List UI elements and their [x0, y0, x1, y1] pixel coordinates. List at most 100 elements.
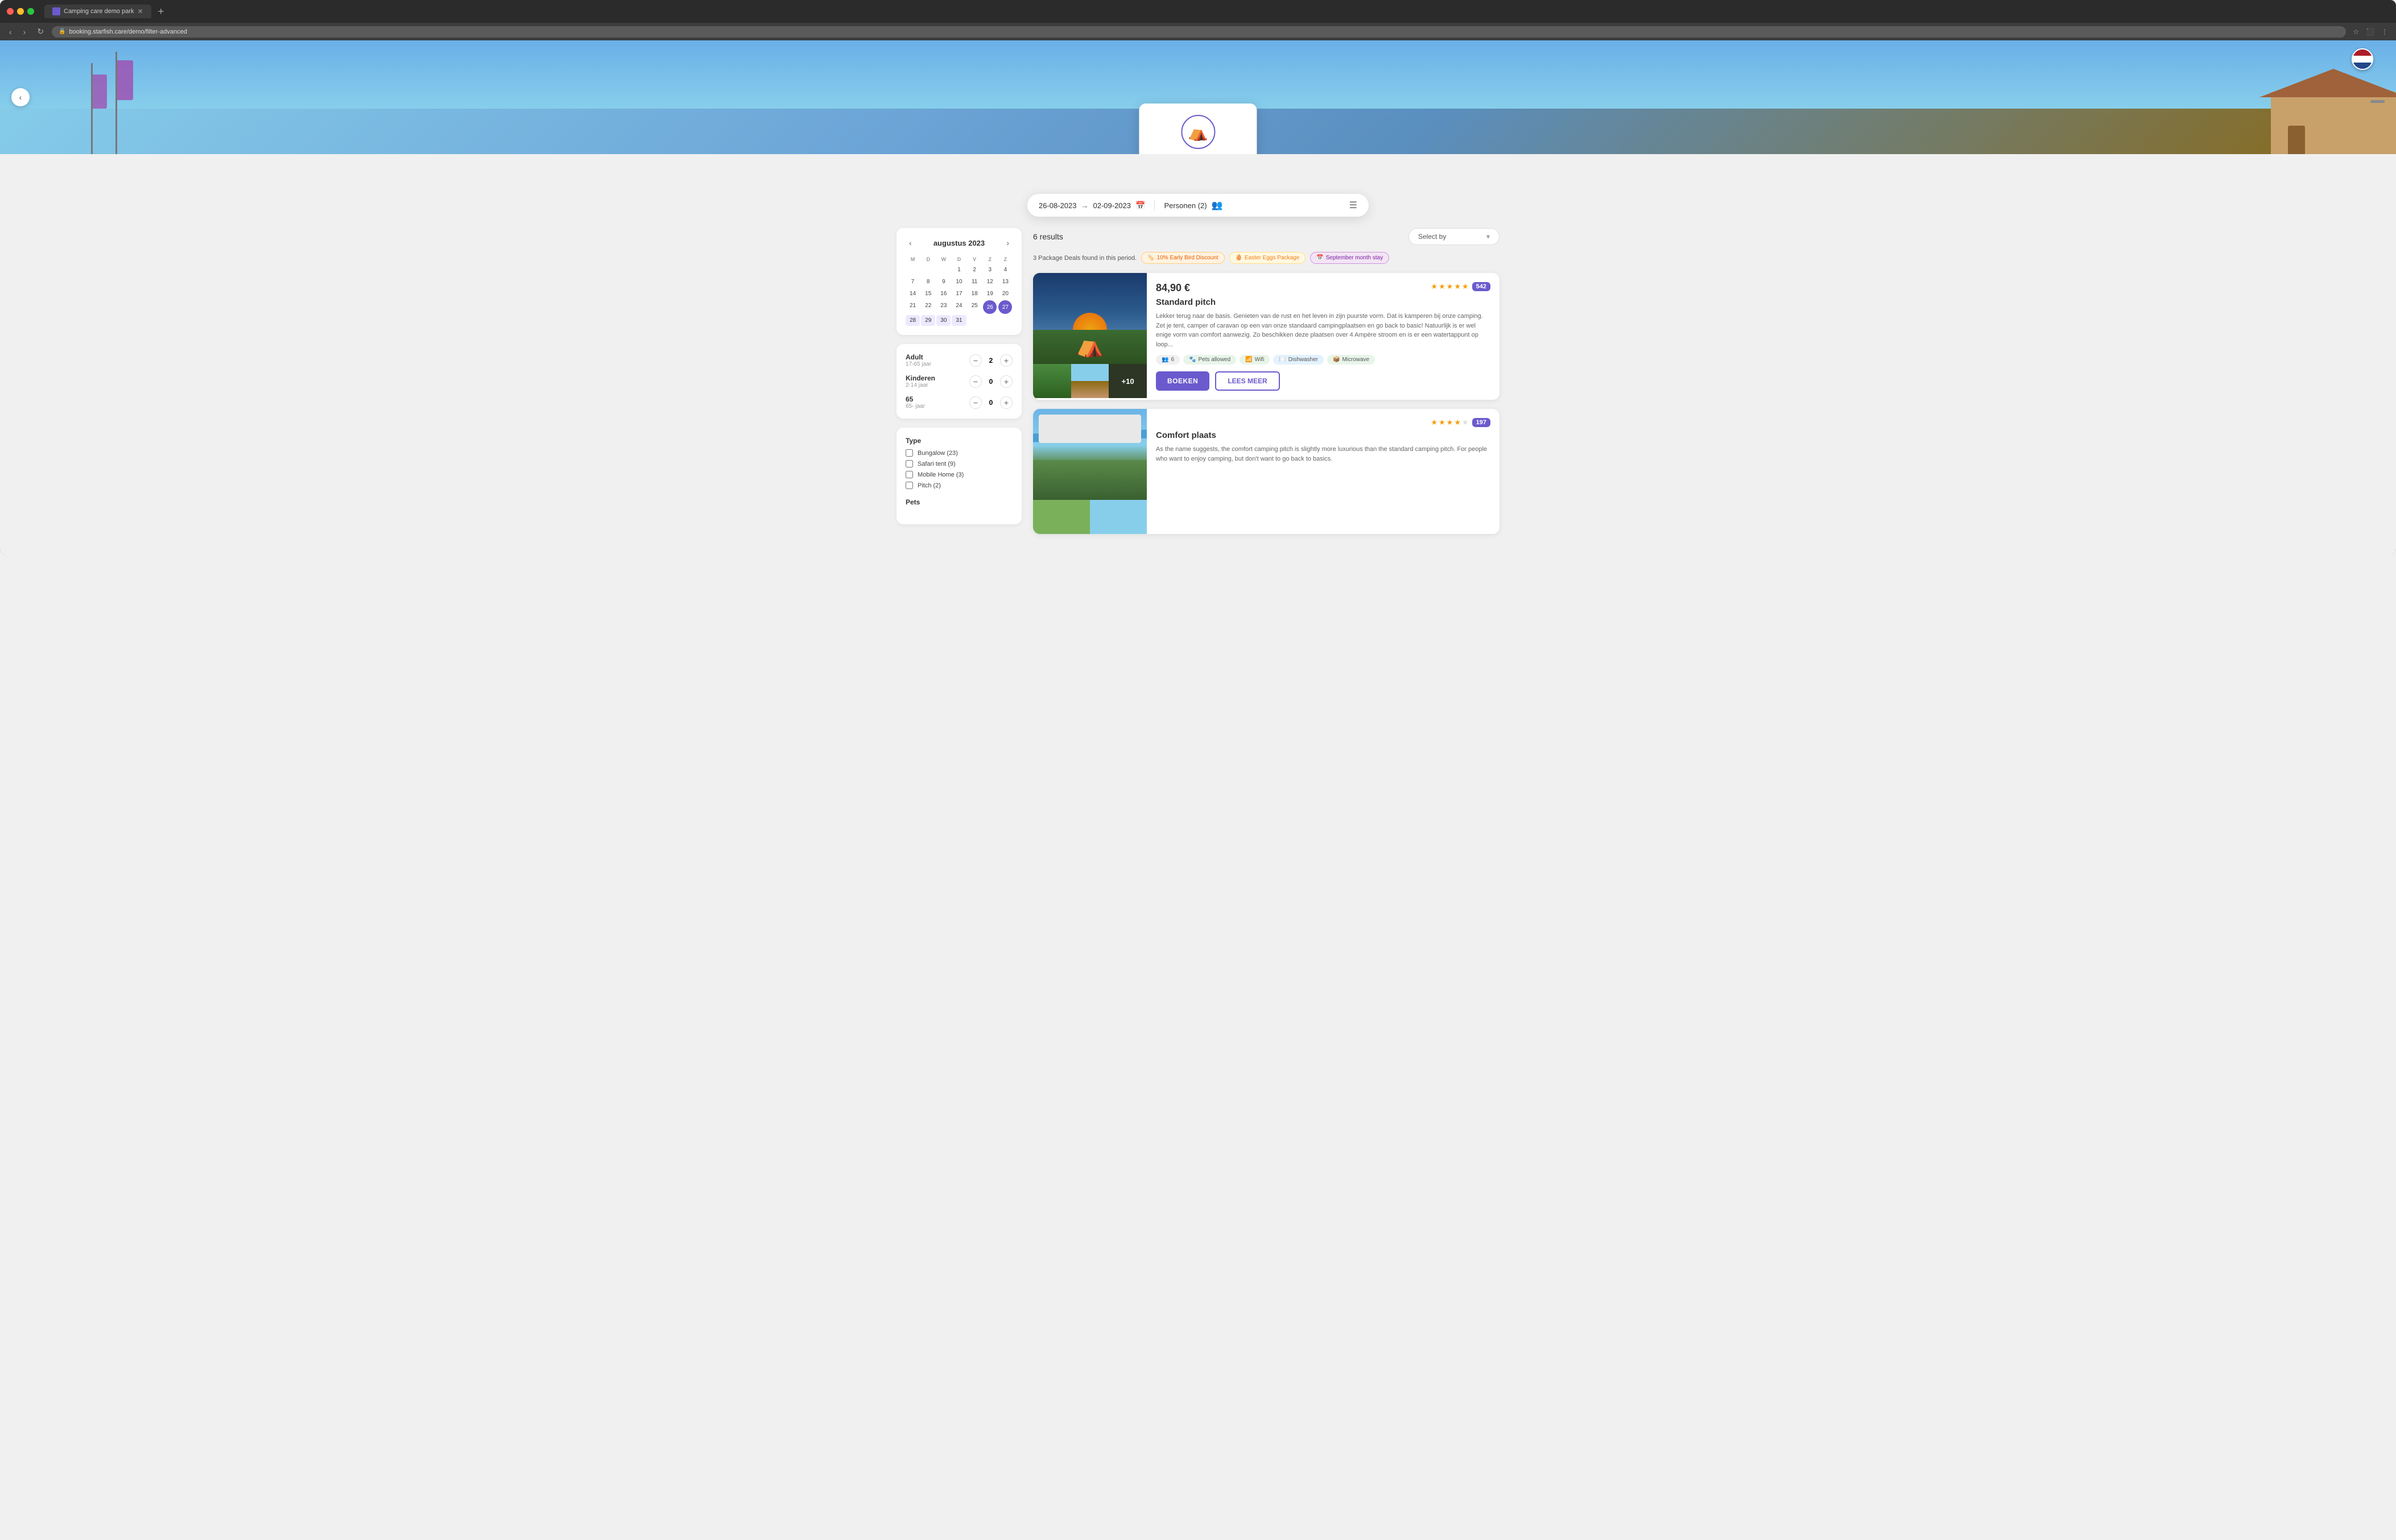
september-label: September month stay [1326, 255, 1383, 261]
senior-increase-btn[interactable]: + [1000, 396, 1013, 409]
reload-nav-btn[interactable]: ↻ [34, 25, 47, 38]
cal-day-16[interactable]: 16 [936, 288, 951, 299]
back-nav-btn[interactable]: ‹ [6, 26, 15, 38]
cal-day-8[interactable]: 8 [921, 276, 935, 287]
listing-rating-2: ★ ★ ★ ★ ★ 197 [1431, 418, 1490, 427]
cal-day-3[interactable]: 3 [983, 264, 997, 275]
thumbnail-more[interactable]: +10 [1109, 364, 1147, 398]
package-badge-easter[interactable]: 🥚 Easter Eggs Package [1229, 252, 1306, 264]
logo-tent-icon: ⛺ [1188, 123, 1208, 142]
listing-images-1: ⛺ +10 [1033, 273, 1147, 400]
cal-day-1[interactable]: 1 [952, 264, 966, 275]
calendar-prev-btn[interactable]: ‹ [906, 237, 915, 249]
cal-day-28[interactable]: 28 [906, 315, 920, 326]
pets-icon: 🐾 [1189, 357, 1196, 363]
cal-day-4[interactable]: 4 [998, 264, 1013, 275]
cal-day-empty-1 [906, 264, 920, 275]
cal-day-18[interactable]: 18 [968, 288, 982, 299]
book-button-1[interactable]: BOEKEN [1156, 371, 1209, 391]
adult-increase-btn[interactable]: + [1000, 354, 1013, 367]
cal-day-20[interactable]: 20 [998, 288, 1013, 299]
dish-icon: 🍽️ [1279, 357, 1286, 363]
children-increase-btn[interactable]: + [1000, 375, 1013, 388]
wifi-icon: 📶 [1245, 357, 1252, 363]
extensions-btn[interactable]: ⬛ [2364, 27, 2377, 37]
thumbnail-2-2[interactable] [1090, 500, 1147, 534]
cal-day-21[interactable]: 21 [906, 300, 920, 314]
pitch-checkbox[interactable] [906, 482, 913, 489]
cal-day-22[interactable]: 22 [921, 300, 935, 314]
thumbnail-1[interactable] [1033, 364, 1071, 398]
package-badge-earlybird[interactable]: 🏷️ 10% Early Bird Discount [1141, 252, 1224, 264]
search-dates[interactable]: 26-08-2023 → 02-09-2023 📅 [1039, 201, 1145, 210]
cal-day-31[interactable]: 31 [952, 315, 966, 326]
cal-day-17[interactable]: 17 [952, 288, 966, 299]
address-text: booking.starfish.care/demo/filter-advanc… [69, 28, 187, 35]
cal-day-13[interactable]: 13 [998, 276, 1013, 287]
senior-decrease-btn[interactable]: − [969, 396, 982, 409]
more-button-1[interactable]: LEES MEER [1215, 371, 1279, 391]
cal-day-2[interactable]: 2 [968, 264, 982, 275]
listing-card-1: ⛺ +10 [1033, 273, 1499, 400]
thumb-grass-img [1033, 364, 1071, 398]
cal-day-12[interactable]: 12 [983, 276, 997, 287]
package-badge-september[interactable]: 📅 September month stay [1310, 252, 1389, 264]
children-decrease-btn[interactable]: − [969, 375, 982, 388]
pitch-label[interactable]: Pitch (2) [918, 482, 941, 489]
cal-day-10[interactable]: 10 [952, 276, 966, 287]
forward-nav-btn[interactable]: › [20, 26, 30, 38]
search-bar: 26-08-2023 → 02-09-2023 📅 Personen (2) 👥… [1027, 194, 1369, 217]
date-arrow-icon: → [1081, 201, 1089, 210]
guest-age-senior: 65- jaar [906, 403, 969, 409]
mobile-home-checkbox[interactable] [906, 471, 913, 478]
cal-day-25[interactable]: 25 [968, 300, 982, 314]
browser-close-btn[interactable] [7, 8, 14, 15]
bookmark-btn[interactable]: ☆ [2350, 27, 2361, 37]
guest-age-adult: 17-65 jaar [906, 361, 969, 367]
pets-label: Pets allowed [1198, 357, 1230, 363]
thumbnail-2[interactable] [1071, 364, 1109, 398]
cal-header-m: M [906, 255, 920, 263]
search-filter-button[interactable]: ☰ [1349, 200, 1357, 211]
browser-minimize-btn[interactable] [17, 8, 24, 15]
cal-day-9[interactable]: 9 [936, 276, 951, 287]
hero-building [2271, 92, 2396, 154]
address-bar[interactable]: 🔒 booking.starfish.care/demo/filter-adva… [52, 26, 2346, 38]
safari-label[interactable]: Safari tent (9) [918, 461, 956, 467]
guest-row-senior: 65 65- jaar − 0 + [906, 395, 1013, 409]
micro-icon: 📦 [1333, 357, 1340, 363]
filter-widget: Type Bungalow (23) Safari tent (9) Mobil… [897, 428, 1022, 524]
adult-decrease-btn[interactable]: − [969, 354, 982, 367]
cal-day-27-selected[interactable]: 27 [998, 300, 1012, 314]
cal-day-7[interactable]: 7 [906, 276, 920, 287]
cal-day-11[interactable]: 11 [968, 276, 982, 287]
browser-maximize-btn[interactable] [27, 8, 34, 15]
select-by-dropdown[interactable]: Select by ▾ [1408, 228, 1499, 245]
bungalow-checkbox[interactable] [906, 449, 913, 457]
cal-day-14[interactable]: 14 [906, 288, 920, 299]
netherlands-flag [2352, 48, 2373, 70]
results-area: 6 results Select by ▾ 3 Package Deals fo… [1022, 228, 1499, 543]
cal-day-15[interactable]: 15 [921, 288, 935, 299]
browser-tab[interactable]: Camping care demo park ✕ [44, 5, 151, 18]
cal-day-23[interactable]: 23 [936, 300, 951, 314]
mobile-home-label[interactable]: Mobile Home (3) [918, 471, 964, 478]
guest-controls-adult: − 2 + [969, 354, 1013, 367]
safari-checkbox[interactable] [906, 460, 913, 467]
tab-close-icon[interactable]: ✕ [138, 7, 143, 15]
new-tab-btn[interactable]: + [158, 6, 164, 18]
cal-day-30[interactable]: 30 [936, 315, 951, 326]
hero-back-button[interactable]: ‹ [11, 88, 30, 106]
bungalow-label[interactable]: Bungalow (23) [918, 450, 958, 457]
thumbnail-2-1[interactable] [1033, 500, 1090, 534]
cal-day-29[interactable]: 29 [921, 315, 935, 326]
calendar-next-btn[interactable]: › [1003, 237, 1013, 249]
cal-day-19[interactable]: 19 [983, 288, 997, 299]
listing-desc-1: Lekker terug naar de basis. Genieten van… [1156, 312, 1490, 349]
cal-day-26-selected[interactable]: 26 [983, 300, 997, 314]
search-persons[interactable]: Personen (2) 👥 [1164, 200, 1222, 211]
amenity-microwave: 📦 Microwave [1327, 355, 1375, 365]
results-count: 6 results [1033, 232, 1063, 241]
cal-day-24[interactable]: 24 [952, 300, 966, 314]
menu-btn[interactable]: ⋮ [2379, 27, 2390, 37]
